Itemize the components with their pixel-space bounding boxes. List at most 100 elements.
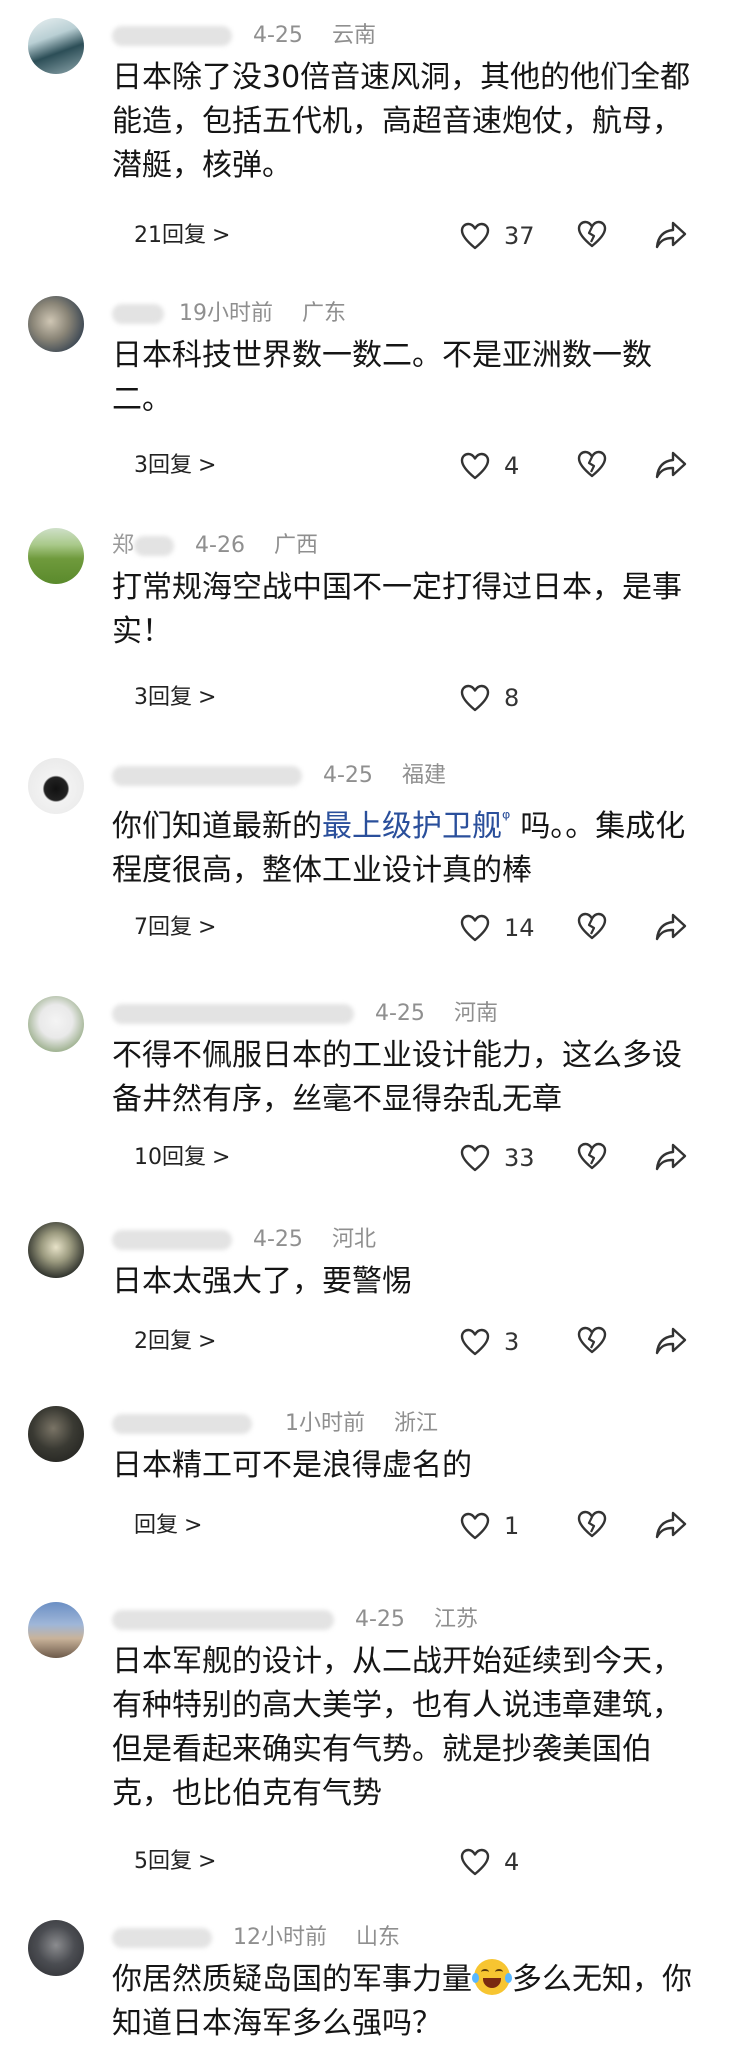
dislike-button[interactable] [577,450,607,482]
dislike-button[interactable] [577,1510,607,1542]
comment-meta: 12小时前 山东 [112,1920,400,1956]
like-button[interactable]: 3 [460,1326,519,1358]
like-count: 8 [504,684,520,712]
chevron-right-icon: > [212,223,231,248]
avatar[interactable] [28,758,84,814]
comment-text: 日本科技世界数一数二。不是亚洲数一数二。 [112,338,652,417]
comment-location: 云南 [331,23,376,48]
reply-count: 7回复 [134,915,192,940]
comment-text: 日本太强大了，要警惕 [112,1264,412,1299]
comment-meta: 4-25 福建 [112,758,446,794]
reply-button[interactable]: 回复 > [134,1506,202,1546]
comment-time: 4-25 [253,1227,303,1252]
reply-count: 3回复 [134,685,192,710]
comment-actions: 回复 > 1 [0,1506,729,1546]
comment-actions: 7回复 > 14 [0,908,729,948]
share-button[interactable] [655,220,687,254]
avatar[interactable] [28,1602,84,1658]
comment-meta: 4-25 云南 [112,18,376,54]
username[interactable] [112,304,164,324]
share-button[interactable] [655,1326,687,1360]
share-icon [655,913,687,941]
like-button[interactable]: 14 [460,912,535,944]
reply-button[interactable]: 5回复 > [134,1842,216,1882]
username-blur [134,536,175,556]
avatar[interactable] [28,296,84,352]
reply-button[interactable]: 21回复 > [134,216,230,256]
broken-heart-icon [577,912,607,940]
chevron-right-icon: > [212,1145,231,1170]
share-button[interactable] [655,1142,687,1176]
comment-actions: 3回复 > 8 [0,678,729,718]
reply-button[interactable]: 2回复 > [134,1322,216,1362]
broken-heart-icon [577,1142,607,1170]
search-link[interactable]: 最上级护卫舰 [322,809,502,844]
heart-icon [460,684,490,712]
comment-meta: 4-25 江苏 [112,1602,478,1638]
comment-meta: 4-25 河南 [112,996,498,1032]
dislike-button[interactable] [577,912,607,944]
dislike-button[interactable] [577,1326,607,1358]
comment-location: 浙江 [394,1411,439,1436]
dislike-button[interactable] [577,220,607,252]
comment-location: 广西 [273,533,318,558]
avatar[interactable] [28,1920,84,1976]
share-icon [655,221,687,249]
chevron-right-icon: > [198,1849,217,1874]
comment-text-before: 你们知道最新的 [112,809,322,844]
share-button[interactable] [655,912,687,946]
username[interactable] [112,1610,334,1630]
avatar[interactable] [28,1406,84,1462]
avatar[interactable] [28,528,84,584]
avatar[interactable] [28,996,84,1052]
comment-list: 4-25 云南 日本除了没30倍音速风洞，其他的他们全都能造，包括五代机，高超音… [0,0,729,2064]
chevron-right-icon: > [198,453,217,478]
like-button[interactable]: 37 [460,220,535,252]
like-button[interactable]: 33 [460,1142,535,1174]
comment-location: 山东 [356,1925,401,1950]
chevron-right-icon: > [198,1329,217,1354]
dislike-button[interactable] [577,1142,607,1174]
comment-location: 江苏 [433,1607,478,1632]
username[interactable] [112,1230,232,1250]
share-icon [655,1511,687,1539]
like-button[interactable]: 4 [460,1846,519,1878]
username[interactable] [112,1004,354,1024]
comment-text: 你们知道最新的最上级护卫舰ᵠ 吗。。集成化程度很高，整体工业设计真的棒 [112,796,702,893]
reply-button[interactable]: 3回复 > [134,678,216,718]
reply-button[interactable]: 10回复 > [134,1138,230,1178]
share-button[interactable] [655,1510,687,1544]
share-icon [655,1327,687,1355]
like-button[interactable]: 1 [460,1510,519,1542]
avatar[interactable] [28,1222,84,1278]
username[interactable] [112,1928,212,1948]
comment-text: 不得不佩服日本的工业设计能力，这么多设备井然有序，丝毫不显得杂乱无章 [112,1038,682,1117]
comment-text-before: 你居然质疑岛国的军事力量 [112,1962,472,1997]
username[interactable] [112,1414,252,1434]
comment-actions: 2回复 > 3 [0,1322,729,1362]
share-icon [655,451,687,479]
comment-meta: 郑 4-26 广西 [112,528,318,564]
username[interactable]: 郑 [112,528,134,564]
username[interactable] [112,766,302,786]
reply-button[interactable]: 7回复 > [134,908,216,948]
reply-count: 回复 [134,1513,179,1538]
reply-count: 21回复 [134,223,206,248]
like-button[interactable]: 4 [460,450,519,482]
username[interactable] [112,26,232,46]
comment-location: 河南 [453,1001,498,1026]
search-icon[interactable]: ᵠ [502,806,510,830]
comment-text: 打常规海空战中国不一定打得过日本，是事实！ [112,570,682,649]
like-count: 4 [504,1848,520,1876]
comment-actions: 21回复 > 37 [0,216,729,256]
like-button[interactable]: 8 [460,682,519,714]
comment-actions: 10回复 > 33 [0,1138,729,1178]
avatar[interactable] [28,18,84,74]
reply-button[interactable]: 3回复 > [134,446,216,486]
comment-time: 4-25 [253,23,303,48]
share-button[interactable] [655,450,687,484]
broken-heart-icon [577,1510,607,1538]
like-count: 37 [504,222,535,250]
like-count: 14 [504,914,535,942]
comment-location: 广东 [302,301,347,326]
